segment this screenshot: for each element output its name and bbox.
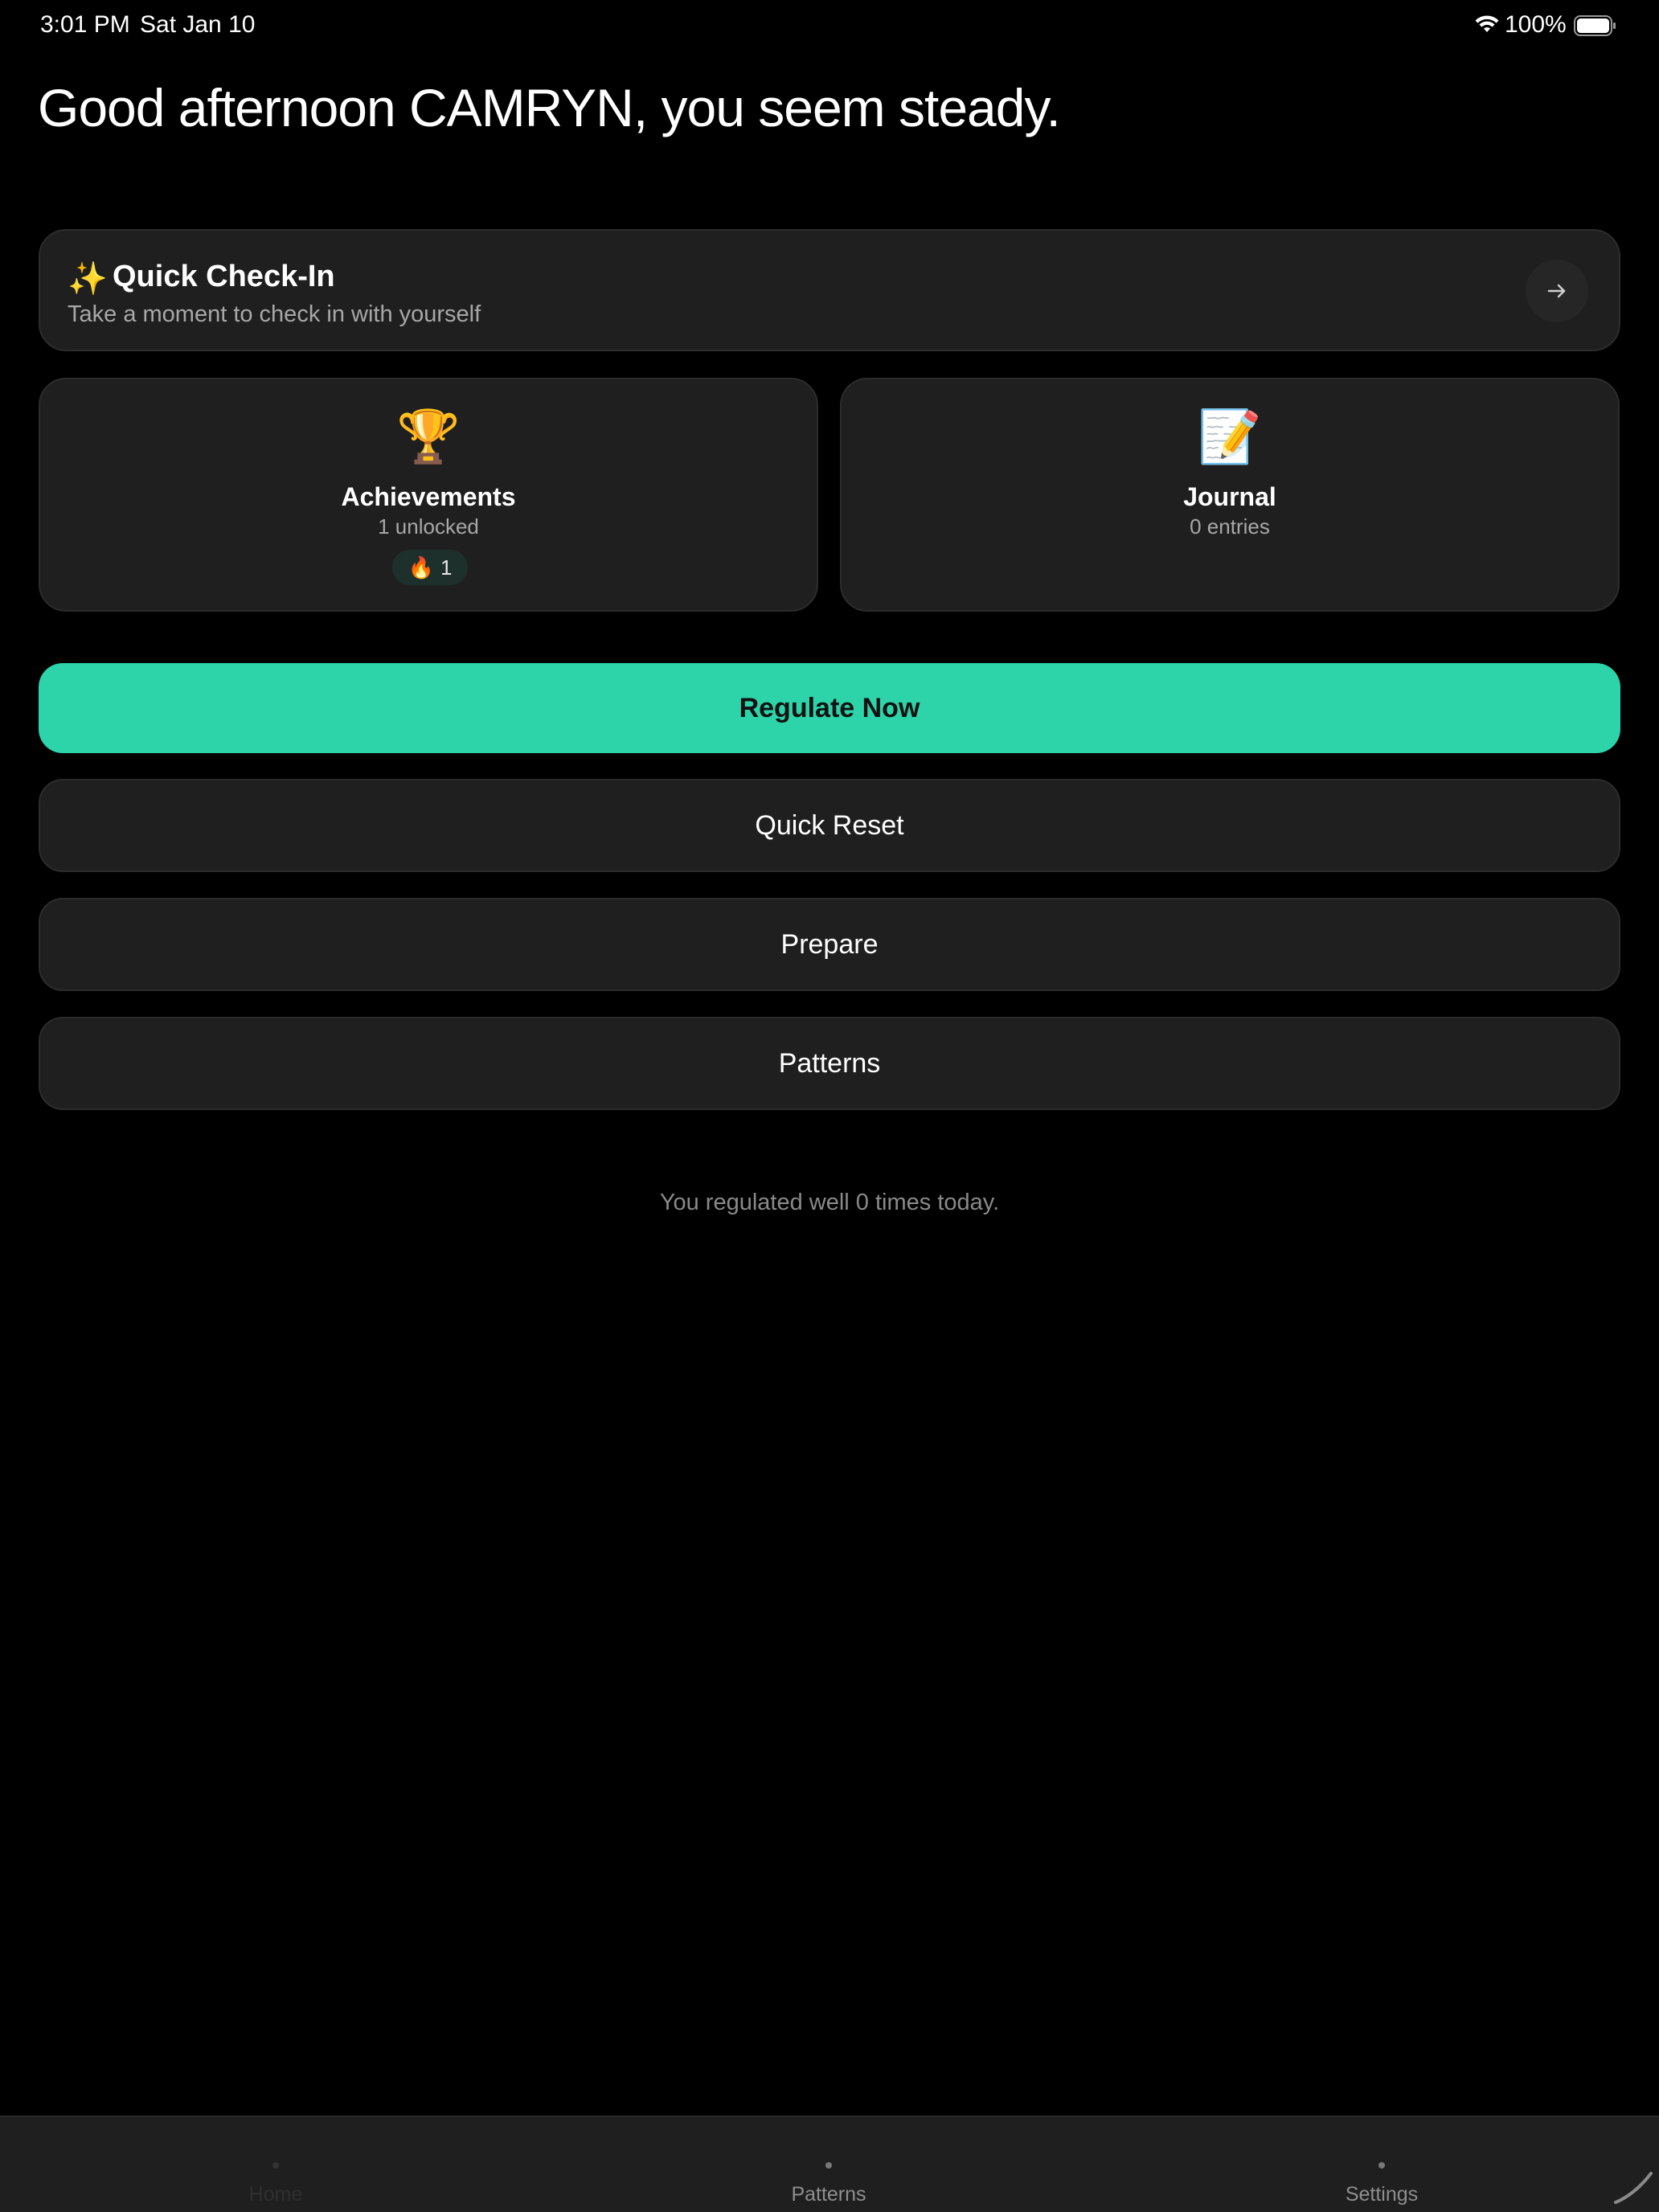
tab-settings[interactable]: Settings — [1261, 2117, 1502, 2212]
memo-icon: 📝 — [1198, 408, 1262, 465]
patterns-button[interactable]: Patterns — [39, 1017, 1620, 1110]
prepare-button[interactable]: Prepare — [39, 898, 1620, 991]
sparkles-icon: ✨ — [68, 261, 108, 297]
quick-check-in-card[interactable]: ✨ Quick Check-In Take a moment to check … — [39, 229, 1620, 351]
arrow-right-icon[interactable] — [1526, 260, 1588, 322]
patterns-tab-icon — [825, 2162, 832, 2169]
battery-percent: 100% — [1505, 11, 1567, 38]
journal-title: Journal — [1183, 482, 1276, 511]
flame-icon: 🔥 — [408, 555, 434, 580]
journal-count: 0 entries — [1190, 514, 1270, 539]
journal-tile[interactable]: 📝 Journal 0 entries — [840, 378, 1620, 612]
home-indicator-icon — [1614, 2172, 1653, 2204]
wifi-icon — [1475, 15, 1499, 32]
status-time: 3:01 PM — [40, 11, 130, 38]
status-date: Sat Jan 10 — [140, 11, 256, 38]
tab-bar: Home Patterns Settings — [0, 2116, 1659, 2212]
home-screen: 3:01 PM Sat Jan 10 100% Good afternoon C… — [0, 0, 1659, 2212]
battery-full-icon — [1574, 15, 1616, 36]
home-tab-icon — [272, 2162, 279, 2169]
greeting-heading: Good afternoon CAMRYN, you seem steady. — [38, 78, 1061, 137]
achievements-tile[interactable]: 🏆 Achievements 1 unlocked 🔥 1 — [39, 378, 818, 612]
trophy-icon: 🏆 — [396, 408, 461, 465]
settings-tab-icon — [1378, 2162, 1385, 2169]
achievements-title: Achievements — [341, 482, 516, 511]
tab-home-label: Home — [248, 2183, 303, 2206]
quick-reset-button[interactable]: Quick Reset — [39, 779, 1620, 872]
streak-count: 1 — [440, 555, 453, 580]
tab-patterns[interactable]: Patterns — [708, 2117, 949, 2212]
streak-badge: 🔥 1 — [392, 550, 468, 585]
status-bar: 3:01 PM Sat Jan 10 100% — [0, 0, 1659, 51]
achievements-count: 1 unlocked — [378, 514, 479, 539]
quick-check-in-title: Quick Check-In — [113, 260, 335, 293]
daily-summary: You regulated well 0 times today. — [659, 1190, 1000, 1215]
tab-settings-label: Settings — [1345, 2183, 1419, 2206]
tab-home[interactable]: Home — [155, 2117, 396, 2212]
regulate-now-button[interactable]: Regulate Now — [39, 663, 1620, 753]
tab-patterns-label: Patterns — [791, 2183, 866, 2206]
quick-check-in-subtitle: Take a moment to check in with yourself — [68, 301, 481, 327]
